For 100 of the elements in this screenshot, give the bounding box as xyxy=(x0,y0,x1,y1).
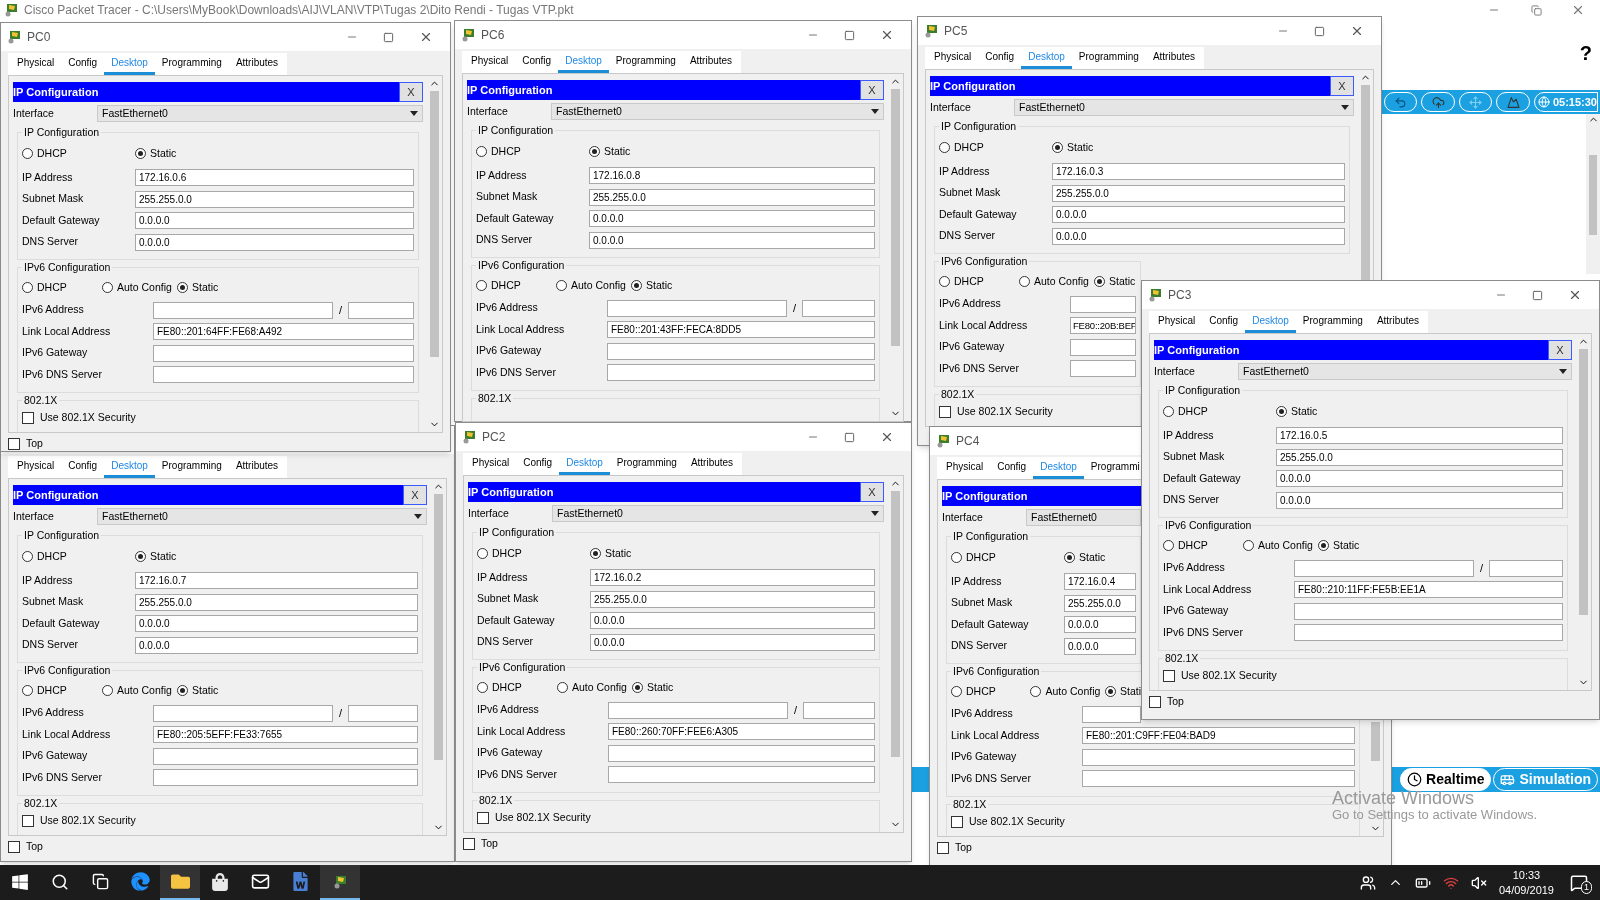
close-panel-button[interactable]: X xyxy=(860,482,884,502)
interface-dropdown[interactable]: FastEthernet0 xyxy=(97,105,423,122)
radio-option[interactable]: Static xyxy=(590,545,632,562)
scroll-thumb[interactable] xyxy=(1579,349,1588,615)
text-field[interactable] xyxy=(1294,602,1563,620)
text-field[interactable]: 172.16.0.7 xyxy=(135,572,418,589)
tab[interactable]: Programming xyxy=(1295,311,1370,333)
interface-dropdown[interactable]: FastEthernet0 xyxy=(1238,363,1572,380)
text-field[interactable] xyxy=(1070,338,1136,356)
tab[interactable]: Physical xyxy=(465,453,517,475)
close-panel-button[interactable]: X xyxy=(403,485,427,505)
text-field[interactable]: 172.16.0.4 xyxy=(1064,573,1136,590)
radio-option[interactable]: Static xyxy=(1276,403,1318,420)
checkbox[interactable]: Top xyxy=(8,839,43,855)
text-field[interactable] xyxy=(1489,559,1563,577)
tab[interactable]: Programming xyxy=(154,456,229,478)
text-field[interactable]: 0.0.0.0 xyxy=(1276,491,1563,509)
text-field[interactable] xyxy=(153,747,418,765)
checkbox[interactable]: Use 802.1X Security xyxy=(1163,668,1277,685)
radio-option[interactable]: DHCP xyxy=(476,277,556,294)
tab[interactable]: Attributes xyxy=(683,453,741,475)
scroll-thumb[interactable] xyxy=(891,89,900,346)
text-field[interactable]: 0.0.0.0 xyxy=(1064,616,1136,633)
text-field[interactable]: FE80::210:11FF:FE5B:EE1A xyxy=(1294,581,1563,599)
text-field[interactable]: 0.0.0.0 xyxy=(589,231,875,249)
radio-option[interactable]: DHCP xyxy=(1163,403,1276,420)
tab[interactable]: Physical xyxy=(927,47,979,69)
text-field[interactable] xyxy=(153,301,333,319)
tab[interactable]: Physical xyxy=(464,51,516,73)
text-field[interactable]: 0.0.0.0 xyxy=(1052,206,1345,223)
radio-option[interactable]: Static xyxy=(177,279,219,296)
text-field[interactable]: 172.16.0.6 xyxy=(135,169,414,186)
tab[interactable]: Config xyxy=(61,53,105,75)
tab[interactable]: Programming xyxy=(1071,47,1146,69)
checkbox[interactable]: Top xyxy=(8,436,43,452)
radio-option[interactable]: Static xyxy=(632,679,674,696)
text-field[interactable] xyxy=(348,301,414,319)
radio-option[interactable]: DHCP xyxy=(477,679,557,696)
text-field[interactable]: 172.16.0.2 xyxy=(590,569,875,586)
checkbox[interactable]: Top xyxy=(937,840,972,856)
text-field[interactable]: 0.0.0.0 xyxy=(135,212,414,229)
tab[interactable]: Attributes xyxy=(682,51,740,73)
radio-option[interactable]: Static xyxy=(177,682,219,699)
text-field[interactable] xyxy=(1294,624,1563,642)
scroll-thumb[interactable] xyxy=(434,494,443,760)
text-field[interactable]: 255.255.0.0 xyxy=(590,590,875,608)
interface-dropdown[interactable]: FastEthernet0 xyxy=(1026,509,1141,526)
radio-option[interactable]: DHCP xyxy=(22,145,135,162)
text-field[interactable] xyxy=(153,769,418,787)
radio-option[interactable]: DHCP xyxy=(939,139,1052,156)
taskbar-button[interactable] xyxy=(320,865,360,900)
scroll-thumb[interactable] xyxy=(891,491,900,757)
radio-option[interactable]: Stati xyxy=(1105,683,1141,700)
scroll-thumb[interactable] xyxy=(1371,722,1380,761)
tab[interactable]: Config xyxy=(515,51,559,73)
close-panel-button[interactable]: X xyxy=(1548,340,1572,360)
people-icon[interactable] xyxy=(1359,874,1376,891)
text-field[interactable]: 255.255.0.0 xyxy=(135,593,418,611)
radio-option[interactable]: Auto Config xyxy=(1030,683,1105,700)
tab[interactable]: Programmi xyxy=(1083,457,1140,479)
text-field[interactable] xyxy=(608,701,788,719)
tab[interactable]: Config xyxy=(61,456,105,478)
interface-dropdown[interactable]: FastEthernet0 xyxy=(551,103,884,120)
text-field[interactable] xyxy=(153,344,414,362)
tab[interactable]: Attributes xyxy=(228,53,286,75)
tab[interactable]: Config xyxy=(516,453,560,475)
tab[interactable]: Config xyxy=(990,457,1034,479)
text-field[interactable]: 172.16.0.8 xyxy=(589,167,875,184)
tab[interactable]: Desktop xyxy=(104,456,155,478)
scroll-thumb[interactable] xyxy=(1361,85,1370,280)
radio-option[interactable]: Auto Config xyxy=(102,682,177,699)
radio-option[interactable]: Static xyxy=(1094,273,1136,290)
radio-option[interactable]: Auto Config xyxy=(557,679,632,696)
interface-dropdown[interactable]: FastEthernet0 xyxy=(552,505,884,522)
tab[interactable]: Desktop xyxy=(558,51,609,73)
tab[interactable]: Attributes xyxy=(1145,47,1203,69)
text-field[interactable]: 0.0.0.0 xyxy=(135,636,418,654)
text-field[interactable] xyxy=(1082,770,1355,788)
checkbox[interactable]: Use 802.1X Security xyxy=(22,410,136,427)
tab[interactable]: Config xyxy=(978,47,1022,69)
text-field[interactable] xyxy=(153,704,333,722)
text-field[interactable] xyxy=(802,299,875,317)
close-panel-button[interactable]: X xyxy=(1330,76,1354,96)
text-field[interactable]: 0.0.0.0 xyxy=(1064,637,1136,655)
mode-button[interactable]: Realtime xyxy=(1400,768,1492,791)
help-button[interactable]: ? xyxy=(1579,38,1592,68)
notification-button[interactable]: 1 xyxy=(1566,871,1592,894)
tab[interactable]: Desktop xyxy=(1245,311,1296,333)
tab[interactable]: Desktop xyxy=(559,453,610,475)
interface-dropdown[interactable]: FastEthernet0 xyxy=(97,508,427,525)
close-panel-button[interactable]: X xyxy=(399,82,423,102)
text-field[interactable]: 0.0.0.0 xyxy=(589,210,875,227)
text-field[interactable]: 0.0.0.0 xyxy=(1276,470,1563,487)
tab[interactable]: Attributes xyxy=(1369,311,1427,333)
radio-option[interactable]: Auto Config xyxy=(102,279,177,296)
checkbox[interactable]: Use 802.1X Security xyxy=(22,813,136,830)
radio-option[interactable]: Static xyxy=(135,548,177,565)
checkbox[interactable]: Top xyxy=(463,836,498,852)
text-field[interactable]: 255.255.0.0 xyxy=(1052,184,1345,202)
text-field[interactable] xyxy=(607,299,787,317)
